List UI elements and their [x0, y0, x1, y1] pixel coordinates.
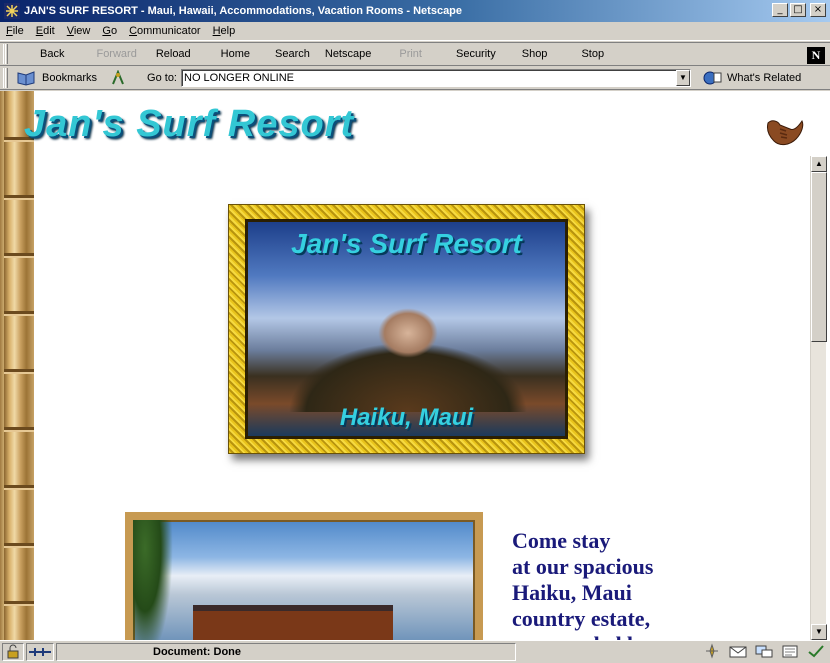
- menu-bar: File Edit View Go Communicator Help: [0, 22, 830, 41]
- promo-line: surrounded by: [512, 632, 653, 640]
- status-bar: Document: Done: [0, 640, 830, 662]
- promo-line: Haiku, Maui: [512, 580, 632, 605]
- menu-file[interactable]: File: [6, 25, 24, 37]
- scroll-up-button[interactable]: ▲: [811, 156, 827, 172]
- estate-photo: [125, 512, 483, 640]
- location-dropdown-button[interactable]: ▼: [676, 70, 690, 86]
- menu-communicator[interactable]: Communicator: [129, 25, 201, 37]
- progress-icon[interactable]: [702, 643, 722, 659]
- vertical-scrollbar[interactable]: ▲ ▼: [810, 156, 827, 640]
- page-viewport[interactable]: Jan's Surf Resort Jan's Surf Resort Haik…: [0, 91, 830, 640]
- location-grip[interactable]: [3, 68, 8, 88]
- search-button[interactable]: Search: [269, 44, 316, 64]
- status-text: Document: Done: [56, 642, 516, 661]
- bookmarks-button[interactable]: Bookmarks: [42, 72, 97, 84]
- connection-status-icon[interactable]: [26, 642, 54, 661]
- composer-icon[interactable]: [780, 643, 800, 659]
- checkmark-icon[interactable]: [806, 643, 826, 659]
- hero-image-frame: Jan's Surf Resort Haiku, Maui: [228, 204, 585, 454]
- whats-related-button[interactable]: What's Related: [703, 70, 801, 86]
- location-icon[interactable]: [109, 69, 127, 86]
- shop-button[interactable]: Shop: [516, 44, 554, 64]
- palm-tree-shape: [133, 520, 173, 640]
- window-title: JAN'S SURF RESORT - Maui, Hawaii, Accomm…: [24, 5, 463, 17]
- scroll-thumb[interactable]: [811, 172, 827, 342]
- netscape-logo[interactable]: N: [807, 47, 825, 64]
- bamboo-border: [4, 91, 34, 640]
- promo-line: Come stay: [512, 528, 611, 553]
- security-lock-icon[interactable]: [2, 642, 24, 661]
- scroll-down-button[interactable]: ▼: [811, 624, 827, 640]
- print-button[interactable]: Print: [393, 44, 428, 64]
- menu-go[interactable]: Go: [102, 25, 117, 37]
- home-button[interactable]: Home: [215, 44, 256, 64]
- hero-title: Jan's Surf Resort: [291, 228, 522, 259]
- hero-image: Jan's Surf Resort Haiku, Maui: [245, 219, 568, 439]
- site-title-logo: Jan's Surf Resort: [24, 103, 355, 145]
- location-input[interactable]: NO LONGER ONLINE ▼: [181, 69, 691, 87]
- security-button[interactable]: Security: [450, 44, 502, 64]
- window-title-bar[interactable]: JAN'S SURF RESORT - Maui, Hawaii, Accomm…: [0, 0, 830, 22]
- promo-line: at our spacious: [512, 554, 654, 579]
- menu-view[interactable]: View: [67, 25, 91, 37]
- netscape-button[interactable]: Netscape: [319, 44, 377, 64]
- mail-icon[interactable]: [728, 643, 748, 659]
- goto-label: Go to:: [147, 72, 177, 84]
- promo-text: Come stay at our spacious Haiku, Maui co…: [512, 528, 653, 640]
- menu-help[interactable]: Help: [213, 25, 236, 37]
- close-button[interactable]: ×: [810, 3, 826, 17]
- shaka-hand-icon: [762, 111, 806, 151]
- whats-related-icon: [703, 70, 723, 86]
- maximize-button[interactable]: □: [790, 3, 806, 17]
- hero-hand-shape: [378, 308, 438, 358]
- promo-line: country estate,: [512, 606, 651, 631]
- discussions-icon[interactable]: [754, 643, 774, 659]
- bookmarks-icon[interactable]: [16, 70, 38, 86]
- location-url: NO LONGER ONLINE: [184, 72, 295, 84]
- stop-button[interactable]: Stop: [575, 44, 610, 64]
- reload-button[interactable]: Reload: [150, 44, 197, 64]
- back-button[interactable]: Back: [34, 44, 70, 64]
- menu-edit[interactable]: Edit: [36, 25, 55, 37]
- house-shape: [193, 605, 393, 640]
- netscape-app-icon: [4, 3, 20, 19]
- location-toolbar: Bookmarks Go to: NO LONGER ONLINE ▼ What…: [0, 67, 830, 90]
- minimize-button[interactable]: _: [772, 3, 788, 17]
- hero-caption: Haiku, Maui: [339, 404, 474, 431]
- whats-related-label: What's Related: [727, 72, 802, 84]
- forward-button[interactable]: Forward: [90, 44, 142, 64]
- navigation-toolbar: Back Forward Reload Home Search Netscape…: [0, 42, 830, 66]
- toolbar-grip[interactable]: [3, 44, 8, 64]
